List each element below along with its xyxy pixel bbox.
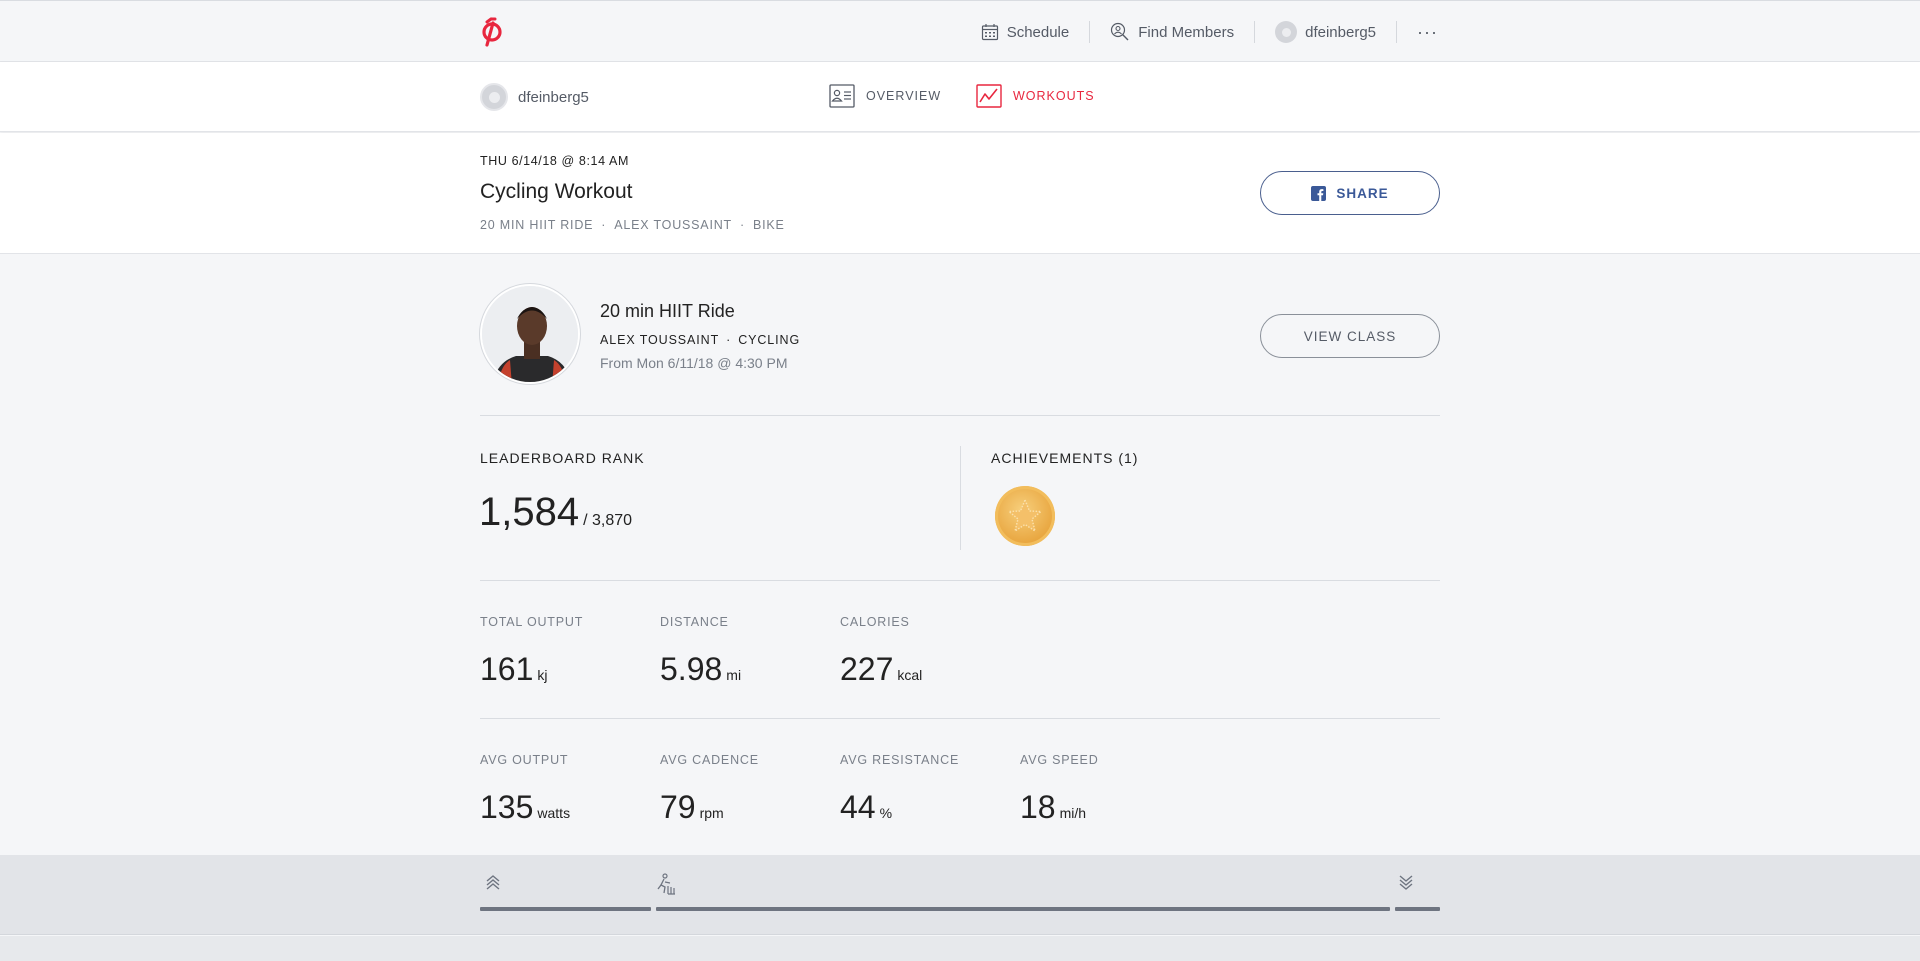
tab-overview[interactable]: OVERVIEW: [829, 84, 941, 108]
workout-date: THU 6/14/18 @ 8:14 AM: [480, 154, 629, 168]
view-class-button[interactable]: VIEW CLASS: [1260, 314, 1440, 358]
subnav-username: dfeinberg5: [518, 88, 589, 106]
bottom-strip: [0, 936, 1920, 961]
divider: [480, 415, 1440, 416]
stat-avg-output: AVG OUTPUT 135 watts: [480, 753, 570, 826]
stat-value: 161 kj: [480, 651, 548, 687]
avatar: [480, 83, 508, 111]
class-meta: ALEX TOUSSAINT · CYCLING: [600, 333, 801, 347]
tab-workouts[interactable]: WORKOUTS: [976, 84, 1095, 108]
stat-label: AVG CADENCE: [660, 753, 759, 767]
stat-label: AVG OUTPUT: [480, 753, 569, 767]
schedule-link[interactable]: Schedule: [961, 21, 1091, 43]
find-members-link[interactable]: Find Members: [1090, 21, 1256, 43]
stat-label: AVG SPEED: [1020, 753, 1099, 767]
class-segments-bar: [0, 855, 1920, 935]
cooldown-icon[interactable]: [1398, 873, 1414, 893]
stat-value: 79 rpm: [660, 789, 724, 825]
stat-label: TOTAL OUTPUT: [480, 615, 584, 629]
profile-user[interactable]: dfeinberg5: [480, 83, 589, 111]
rank-total: / 3,870: [583, 512, 633, 529]
divider: [480, 580, 1440, 581]
warmup-segment[interactable]: [480, 907, 651, 911]
warmup-icon[interactable]: [485, 873, 501, 893]
achievements-label: ACHIEVEMENTS (1): [991, 450, 1139, 466]
stat-value: 18 mi/h: [1020, 789, 1087, 825]
divider: [480, 718, 1440, 719]
workout-meta: 20 MIN HIIT RIDE · ALEX TOUSSAINT · BIKE: [480, 218, 785, 232]
profile-link[interactable]: dfeinberg5: [1255, 21, 1398, 43]
workout-class-type: 20 MIN HIIT RIDE: [480, 218, 594, 232]
vertical-divider: [960, 446, 961, 550]
more-menu-button[interactable]: ···: [1397, 21, 1440, 43]
stat-avg-cadence: AVG CADENCE 79 rpm: [660, 753, 759, 826]
stat-value: 44%: [840, 789, 893, 825]
more-icon: ···: [1417, 22, 1438, 42]
stat-label: AVG RESISTANCE: [840, 753, 960, 767]
profile-card-icon: [829, 84, 855, 108]
top-navigation-bar: Schedule Find Members dfeinberg5 ···: [0, 0, 1920, 62]
peloton-logo-icon[interactable]: [478, 17, 504, 47]
stat-value: 227 kcal: [840, 651, 923, 687]
nav-username: dfeinberg5: [1305, 23, 1377, 41]
tab-overview-label: OVERVIEW: [866, 89, 942, 103]
main-segment[interactable]: [656, 907, 1390, 911]
class-name: 20 min HIIT Ride: [600, 301, 735, 321]
stat-distance: DISTANCE 5.98 mi: [660, 615, 741, 688]
workout-header: THU 6/14/18 @ 8:14 AM Cycling Workout 20…: [0, 133, 1920, 254]
profile-subnav: dfeinberg5 OVERVIEW WORKOUTS: [0, 62, 1920, 132]
stat-avg-speed: AVG SPEED 18 mi/h: [1020, 753, 1099, 826]
cycling-icon[interactable]: [656, 873, 678, 897]
cooldown-segment[interactable]: [1395, 907, 1440, 911]
calendar-icon: [981, 24, 998, 41]
stat-calories: CALORIES 227 kcal: [840, 615, 922, 688]
schedule-label: Schedule: [1006, 23, 1070, 41]
stat-total-output: TOTAL OUTPUT 161 kj: [480, 615, 583, 688]
stat-avg-resistance: AVG RESISTANCE 44%: [840, 753, 959, 826]
share-button[interactable]: SHARE: [1260, 171, 1440, 215]
class-instructor: ALEX TOUSSAINT: [600, 333, 720, 347]
class-original-date: From Mon 6/11/18 @ 4:30 PM: [600, 355, 788, 371]
instructor-avatar: [480, 284, 580, 384]
class-discipline: CYCLING: [738, 333, 801, 347]
stat-label: DISTANCE: [660, 615, 729, 629]
page-title: Cycling Workout: [480, 180, 633, 203]
share-label: SHARE: [1336, 185, 1389, 201]
star-icon: [1007, 498, 1043, 533]
workout-device: BIKE: [752, 218, 785, 232]
workout-instructor: ALEX TOUSSAINT: [614, 218, 732, 232]
find-members-label: Find Members: [1138, 23, 1235, 41]
workout-details: 20 min HIIT Ride ALEX TOUSSAINT · CYCLING …: [0, 254, 1920, 855]
tab-workouts-label: WORKOUTS: [1013, 89, 1095, 103]
leaderboard-label: LEADERBOARD RANK: [480, 450, 645, 466]
rank-value: 1,584: [479, 490, 580, 534]
facebook-icon: [1311, 185, 1327, 201]
stat-value: 135 watts: [480, 789, 571, 825]
workouts-graph-icon: [976, 84, 1002, 108]
search-member-icon: [1111, 22, 1129, 41]
stat-value: 5.98 mi: [660, 651, 742, 687]
achievement-badge[interactable]: [995, 486, 1055, 546]
stat-label: CALORIES: [840, 615, 910, 629]
avatar: [1275, 21, 1298, 43]
view-class-label: VIEW CLASS: [1303, 328, 1397, 344]
leaderboard-rank: 1,584/ 3,870: [479, 490, 632, 535]
top-nav-menu: Schedule Find Members dfeinberg5 ···: [961, 1, 1440, 63]
